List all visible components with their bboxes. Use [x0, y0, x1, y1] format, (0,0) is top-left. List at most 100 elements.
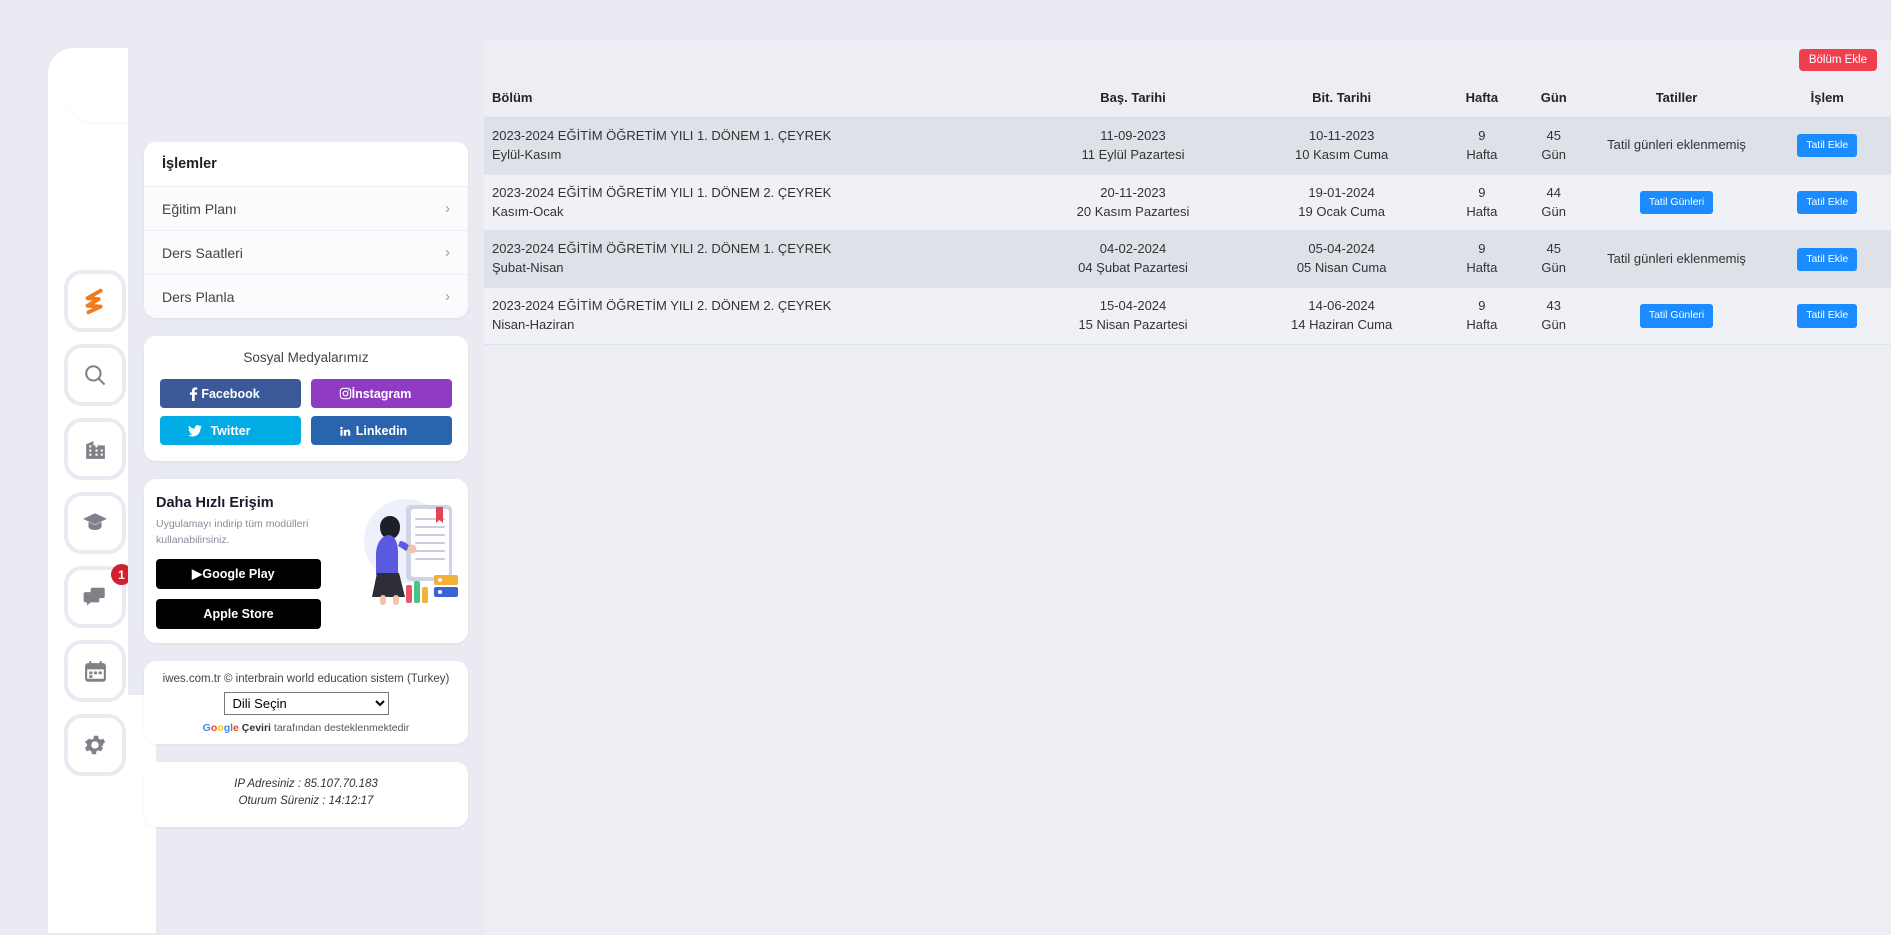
column-header-bit-tarihi[interactable]: Bit. Tarihi — [1237, 80, 1446, 118]
footer-card: iwes.com.tr © interbrain world education… — [144, 660, 468, 744]
apple-store-button[interactable]: Apple Store — [156, 598, 321, 629]
add-holiday-button[interactable]: Tatil Ekle — [1797, 190, 1858, 215]
day-count: 45 — [1546, 241, 1561, 257]
table-body: 2023-2024 EĞİTİM ÖĞRETİM YILI 1. DÖNEM 1… — [484, 117, 1891, 345]
menu-item-label: Eğitim Planı — [162, 200, 237, 217]
cell-end-date: 14-06-2024 14 Haziran Cuma — [1237, 287, 1446, 345]
social-label: Linkedin — [355, 423, 408, 438]
cell-days: 44 Gün — [1517, 174, 1590, 232]
end-day: 14 Haziran Cuma — [1291, 316, 1393, 332]
table-row[interactable]: 2023-2024 EĞİTİM ÖĞRETİM YILI 1. DÖNEM 2… — [484, 174, 1891, 232]
app-root: 1 2023-20242022-20232021-2022 — [0, 0, 1891, 935]
cell-start-date: 20-11-2023 20 Kasım Pazartesi — [1028, 174, 1238, 232]
column-header-gun[interactable]: Gün — [1517, 80, 1590, 118]
translate-suffix: tarafından desteklenmektedir — [270, 721, 410, 734]
language-select[interactable]: Dili SeçinTürkçeEnglish — [223, 691, 389, 715]
table-row[interactable]: 2023-2024 EĞİTİM ÖĞRETİM YILI 1. DÖNEM 1… — [484, 117, 1891, 175]
end-date: 19-01-2024 — [1308, 184, 1375, 200]
day-count: 45 — [1546, 128, 1561, 143]
holidays-status: Tatil günleri eklenmemiş — [1607, 137, 1746, 153]
cell-weeks: 9 Hafta — [1445, 230, 1518, 289]
building-icon — [83, 437, 108, 462]
end-day: 19 Ocak Cuma — [1298, 203, 1385, 219]
left-sidebar-column: İşlemler Eğitim Planı › Ders Saatleri › … — [128, 40, 484, 828]
cell-tatiller: Tatil Günleri — [1589, 174, 1764, 232]
start-date: 04-02-2024 — [1099, 241, 1167, 257]
promo-subtitle: Uygulamayı indirip tüm modülleri kullana… — [156, 518, 309, 546]
sidebar-item-messages[interactable]: 1 — [64, 564, 132, 628]
sidebar-item-search[interactable] — [64, 344, 126, 406]
start-date: 20-11-2023 — [1100, 184, 1166, 200]
social-label: Facebook — [201, 386, 260, 401]
section-subtitle: Kasım-Ocak — [492, 203, 564, 219]
table-row[interactable]: 2023-2024 EĞİTİM ÖĞRETİM YILI 2. DÖNEM 2… — [484, 287, 1891, 345]
column-header-hafta[interactable]: Hafta — [1445, 80, 1518, 118]
cell-days: 45 Gün — [1517, 117, 1590, 175]
session-info-card: IP Adresiniz : 85.107.70.183 Oturum Süre… — [144, 761, 468, 828]
cell-days: 43 Gün — [1517, 287, 1590, 345]
day-count: 43 — [1546, 298, 1561, 314]
cell-tatiller: Tatil Günleri — [1589, 287, 1764, 345]
add-section-button[interactable]: Bölüm Ekle — [1798, 49, 1877, 71]
day-unit: Gün — [1541, 203, 1566, 219]
app-download-card: Daha Hızlı Erişim Uygulamayı indirip tüm… — [144, 479, 468, 643]
column-header-bas-tarihi[interactable]: Baş. Tarihi — [1028, 80, 1238, 118]
week-count: 9 — [1478, 128, 1486, 143]
cell-start-date: 15-04-2024 15 Nisan Pazartesi — [1028, 287, 1238, 345]
cell-bolum: 2023-2024 EĞİTİM ÖĞRETİM YILI 1. DÖNEM 2… — [484, 174, 1029, 232]
social-media-card: Sosyal Medyalarımız Facebook İnstagram T… — [144, 336, 468, 461]
add-holiday-button[interactable]: Tatil Ekle — [1797, 247, 1858, 271]
week-unit: Hafta — [1466, 316, 1498, 332]
play-triangle-icon: ▶ — [192, 565, 202, 581]
table-row[interactable]: 2023-2024 EĞİTİM ÖĞRETİM YILI 2. DÖNEM 1… — [484, 230, 1891, 289]
calendar-icon — [83, 659, 108, 684]
twitter-button[interactable]: Twitter — [160, 416, 301, 445]
copyright-text: iwes.com.tr © interbrain world education… — [162, 672, 450, 685]
instagram-button[interactable]: İnstagram — [311, 379, 452, 408]
facebook-button[interactable]: Facebook — [160, 379, 301, 408]
add-holiday-button[interactable]: Tatil Ekle — [1797, 134, 1858, 158]
week-count: 9 — [1478, 241, 1486, 257]
linkedin-button[interactable]: Linkedin — [311, 416, 452, 445]
week-unit: Hafta — [1466, 203, 1498, 219]
sidebar-item-ders-saatleri[interactable]: Ders Saatleri › — [144, 231, 468, 275]
day-unit: Gün — [1541, 146, 1566, 162]
sidebar-item-logo[interactable] — [64, 270, 126, 332]
google-translate-attribution: Google Çeviri tarafından desteklenmekted… — [154, 722, 458, 734]
chevron-right-icon: › — [445, 200, 450, 217]
column-header-tatiller[interactable]: Tatiller — [1589, 80, 1764, 118]
instagram-icon — [339, 387, 352, 400]
sidebar-item-egitim-plani[interactable]: Eğitim Planı › — [144, 187, 468, 231]
sidebar-item-calendar[interactable] — [64, 640, 126, 702]
graduation-icon — [82, 510, 108, 536]
sections-table: Bölüm Baş. Tarihi Bit. Tarihi Hafta Gün … — [484, 80, 1891, 345]
holidays-button[interactable]: Tatil Günleri — [1639, 190, 1714, 215]
social-label: Twitter — [210, 423, 251, 438]
add-holiday-button[interactable]: Tatil Ekle — [1797, 304, 1858, 328]
twitter-icon — [188, 424, 202, 437]
translate-label: Çeviri — [241, 721, 271, 734]
column-header-islem[interactable]: İşlem — [1763, 80, 1891, 118]
sidebar-item-education[interactable] — [64, 492, 126, 554]
linkedin-icon — [339, 425, 351, 437]
end-day: 10 Kasım Cuma — [1295, 146, 1389, 162]
holidays-button[interactable]: Tatil Günleri — [1639, 304, 1714, 328]
social-media-title: Sosyal Medyalarımız — [243, 350, 369, 365]
week-unit: Hafta — [1466, 260, 1498, 276]
facebook-icon — [188, 386, 199, 401]
google-play-button[interactable]: ▶ Google Play — [156, 558, 321, 589]
sidebar-item-institution[interactable] — [64, 418, 126, 480]
sidebar-item-ders-planla[interactable]: Ders Planla › — [144, 275, 468, 318]
start-day: 20 Kasım Pazartesi — [1076, 203, 1190, 219]
section-subtitle: Nisan-Haziran — [492, 316, 575, 332]
chevron-right-icon: › — [445, 244, 450, 261]
sidebar-item-settings[interactable] — [64, 714, 126, 776]
section-title: 2023-2024 EĞİTİM ÖĞRETİM YILI 1. DÖNEM 1… — [492, 128, 832, 143]
cell-islem: Tatil Ekle — [1763, 174, 1891, 232]
end-date: 10-11-2023 — [1308, 128, 1375, 143]
cell-bolum: 2023-2024 EĞİTİM ÖĞRETİM YILI 2. DÖNEM 2… — [484, 287, 1029, 345]
cell-tatiller: Tatil günleri eklenmemiş — [1589, 117, 1764, 175]
column-header-bolum[interactable]: Bölüm — [484, 80, 1029, 118]
cell-bolum: 2023-2024 EĞİTİM ÖĞRETİM YILI 2. DÖNEM 1… — [484, 230, 1029, 289]
start-date: 11-09-2023 — [1100, 128, 1166, 143]
